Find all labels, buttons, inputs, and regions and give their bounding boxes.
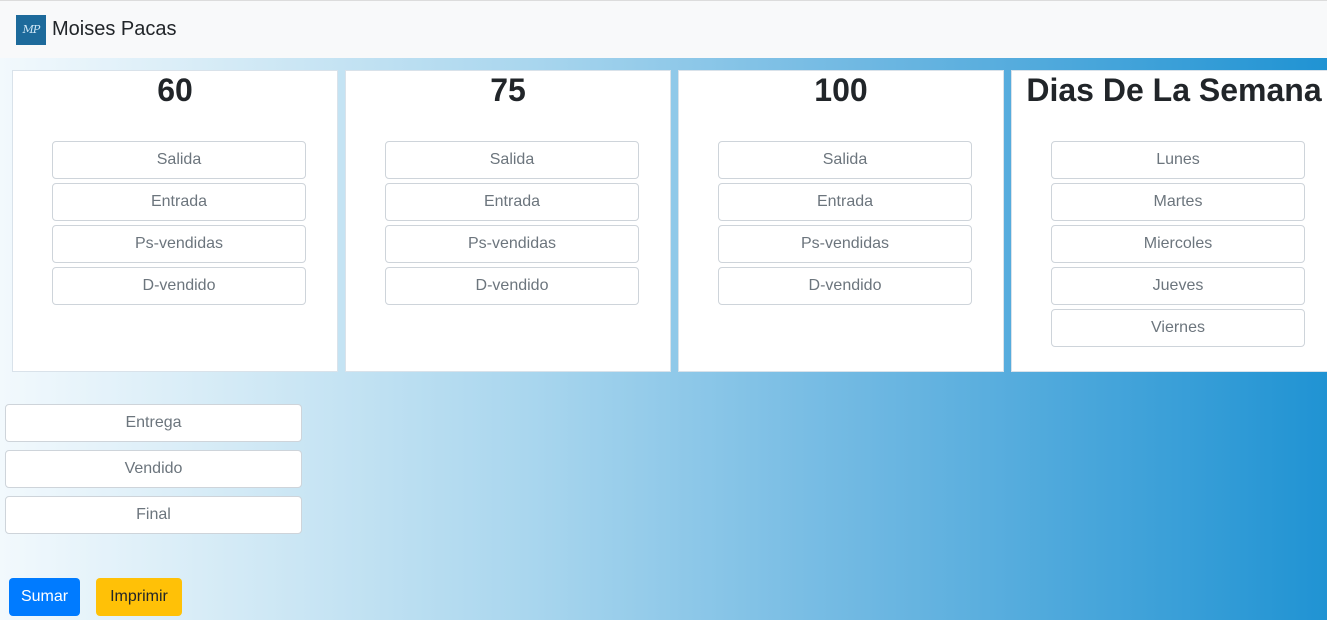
input-entrada-60[interactable]: Entrada — [52, 183, 306, 221]
input-d-vendido-60[interactable]: D-vendido — [52, 267, 306, 305]
brand-logo[interactable]: MP — [16, 14, 46, 45]
input-vendido[interactable]: Vendido — [5, 450, 302, 488]
input-final[interactable]: Final — [5, 496, 302, 534]
imprimir-button[interactable]: Imprimir — [96, 578, 182, 616]
navbar: MP Moises Pacas — [0, 0, 1327, 58]
card-title-dias: Dias De La Semana — [1026, 72, 1322, 108]
input-ps-vendidas-75[interactable]: Ps-vendidas — [385, 225, 639, 263]
input-ps-vendidas-60[interactable]: Ps-vendidas — [52, 225, 306, 263]
input-salida-75[interactable]: Salida — [385, 141, 639, 179]
card-100 — [678, 70, 1004, 372]
input-d-vendido-75[interactable]: D-vendido — [385, 267, 639, 305]
input-miercoles[interactable]: Miercoles — [1051, 225, 1305, 263]
input-entrada-75[interactable]: Entrada — [385, 183, 639, 221]
card-60 — [12, 70, 338, 372]
card-title-60: 60 — [157, 72, 193, 108]
sumar-button[interactable]: Sumar — [9, 578, 80, 616]
input-ps-vendidas-100[interactable]: Ps-vendidas — [718, 225, 972, 263]
card-title-100: 100 — [814, 72, 868, 108]
input-salida-100[interactable]: Salida — [718, 141, 972, 179]
input-jueves[interactable]: Jueves — [1051, 267, 1305, 305]
input-viernes[interactable]: Viernes — [1051, 309, 1305, 347]
input-lunes[interactable]: Lunes — [1051, 141, 1305, 179]
input-entrega[interactable]: Entrega — [5, 404, 302, 442]
card-75 — [345, 70, 671, 372]
card-title-75: 75 — [490, 72, 526, 108]
input-entrada-100[interactable]: Entrada — [718, 183, 972, 221]
brand-name[interactable]: Moises Pacas — [52, 18, 177, 41]
input-martes[interactable]: Martes — [1051, 183, 1305, 221]
input-salida-60[interactable]: Salida — [52, 141, 306, 179]
input-d-vendido-100[interactable]: D-vendido — [718, 267, 972, 305]
